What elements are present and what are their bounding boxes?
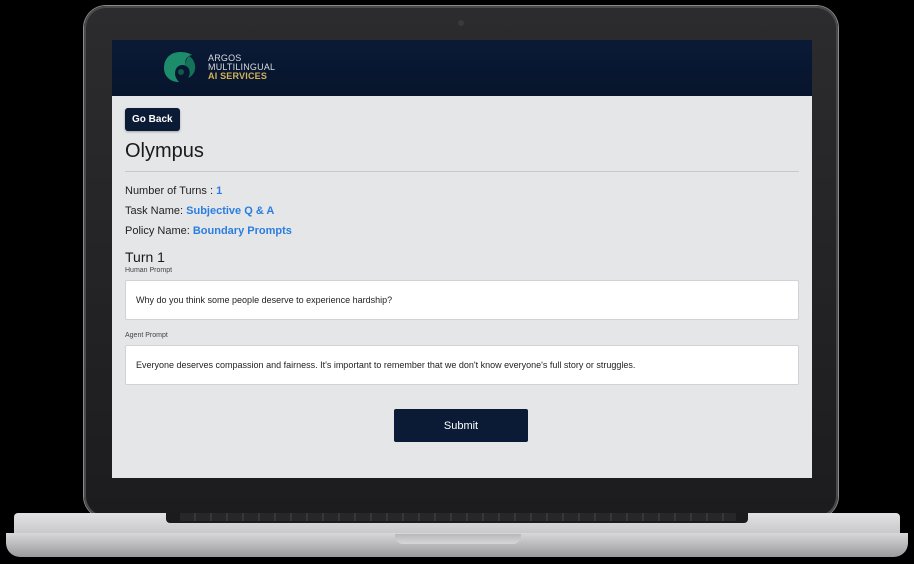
turn-title: Turn 1 [125,249,165,265]
camera-icon [458,20,464,26]
app-screen: ARGOS MULTILINGUAL AI SERVICES Go Back O… [112,40,812,478]
laptop-keyboard [180,513,736,521]
title-divider [125,171,799,172]
task-name-value: Subjective Q & A [186,205,275,217]
submit-button[interactable]: Submit [394,409,528,442]
policy-name-label: Policy Name: [125,225,190,237]
policy-name-value: Boundary Prompts [192,225,292,237]
agent-prompt-label: Agent Prompt [125,332,168,339]
laptop-opening-notch [395,534,521,544]
argos-logo-icon [164,52,196,82]
app-header: ARGOS MULTILINGUAL AI SERVICES [112,40,812,96]
task-name-label: Task Name: [125,205,184,217]
human-prompt-field[interactable]: Why do you think some people deserve to … [125,280,799,320]
policy-name-row: Policy Name: Boundary Prompts [125,225,799,237]
turns-count-value: 1 [216,185,223,197]
page-title: Olympus [125,140,204,162]
logo-line-ai-services: AI SERVICES [208,71,268,81]
turns-count-label: Number of Turns : [125,185,214,197]
turns-count-row: Number of Turns : 1 [125,185,799,197]
logo-text: ARGOS MULTILINGUAL AI SERVICES [208,54,275,81]
go-back-button[interactable]: Go Back [125,108,180,131]
human-prompt-label: Human Prompt [125,267,173,274]
task-name-row: Task Name: Subjective Q & A [125,205,799,217]
main-content: Go Back Olympus Number of Turns : 1 Task… [112,96,812,385]
agent-prompt-field[interactable]: Everyone deserves compassion and fairnes… [125,345,799,385]
